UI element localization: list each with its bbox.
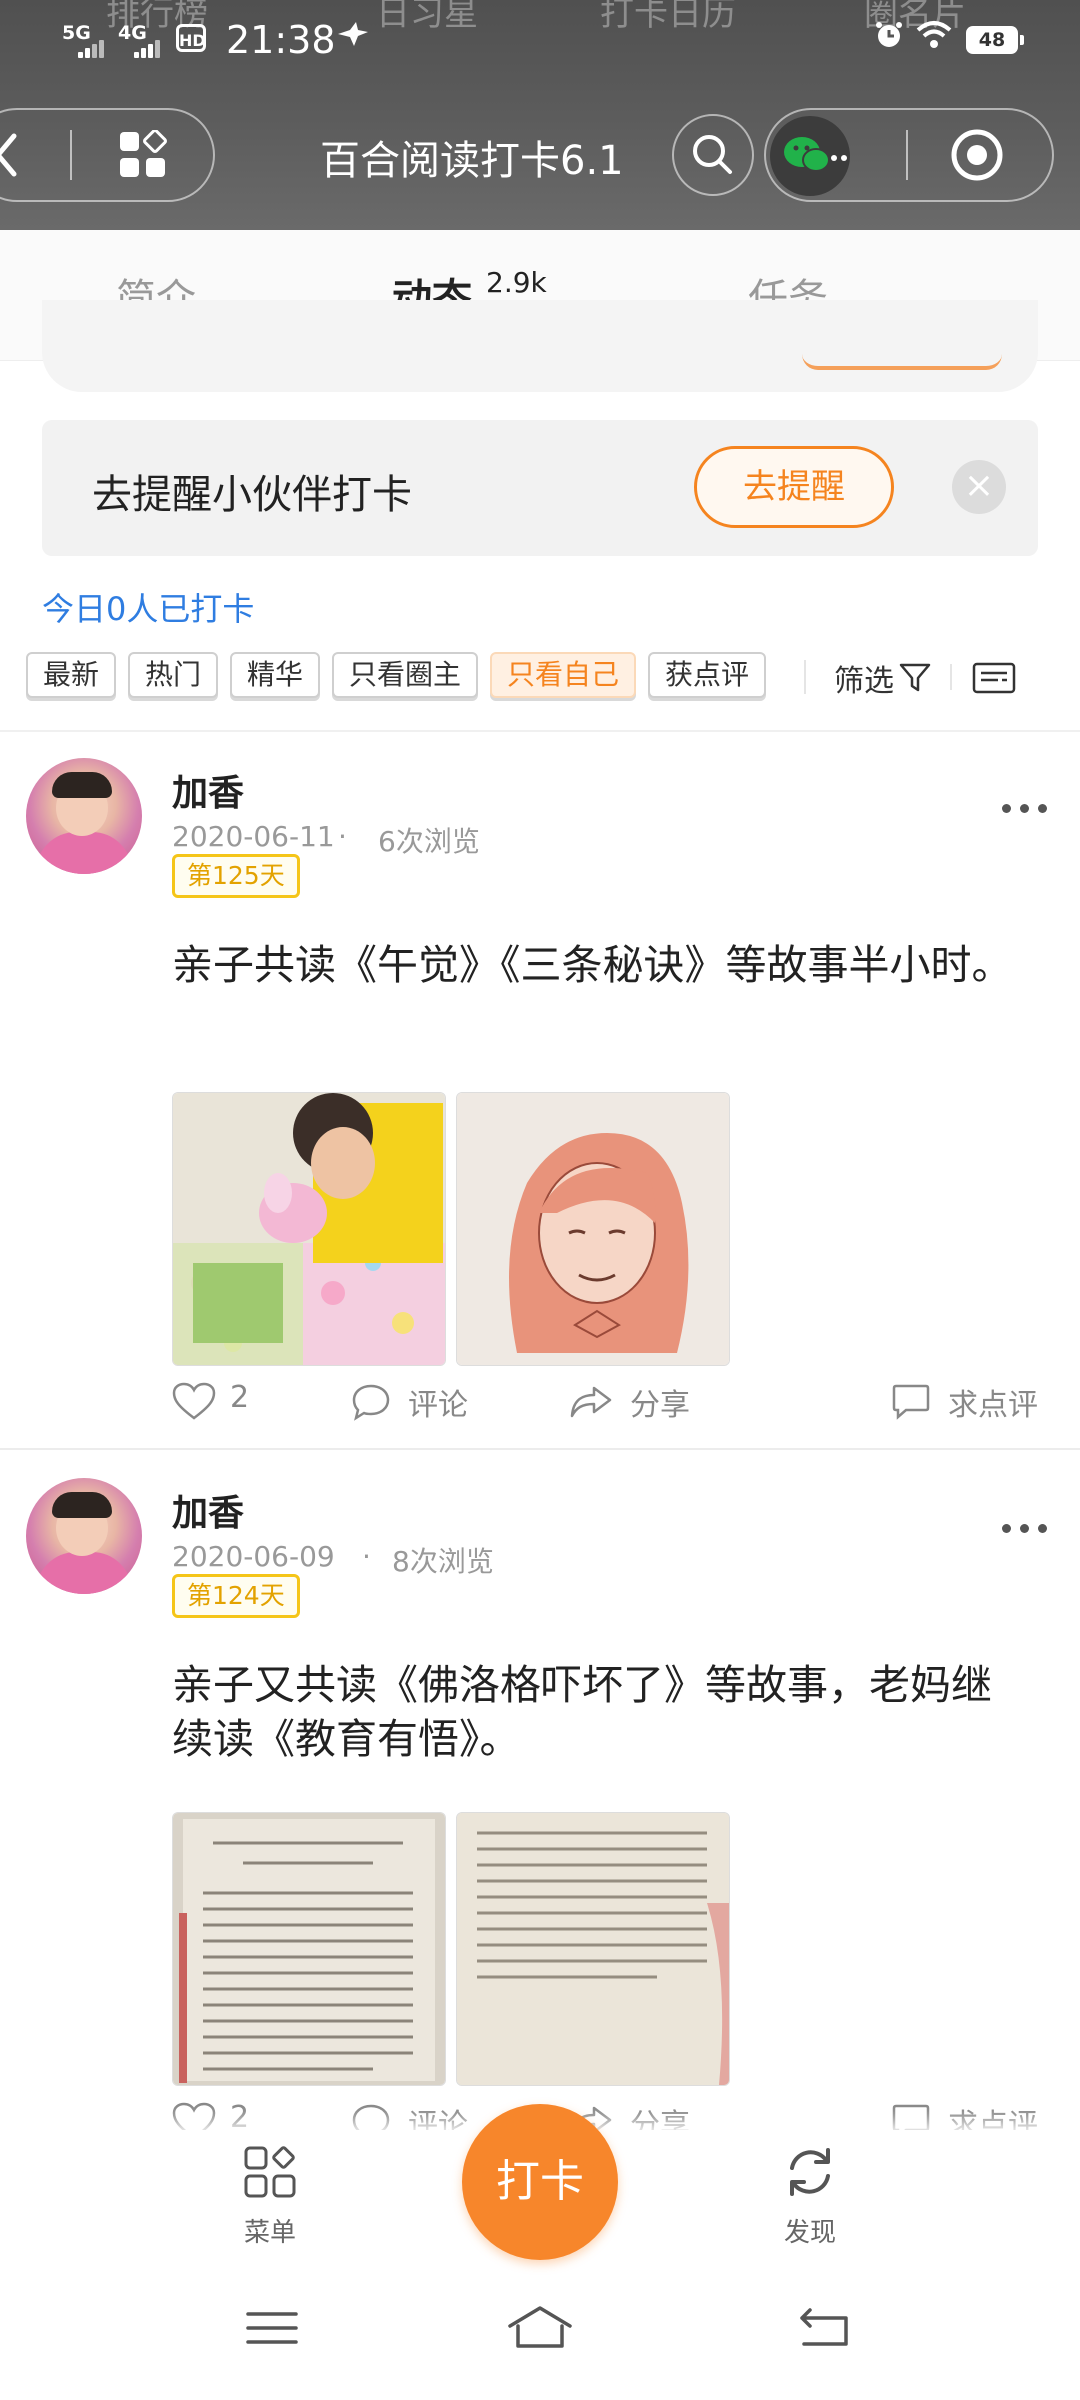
remind-button[interactable]: 去提醒 [694, 446, 894, 528]
alarm-icon [874, 20, 904, 58]
day-streak-badge: 第124天 [172, 1574, 300, 1618]
close-icon[interactable]: × [952, 460, 1006, 514]
post-photo[interactable] [172, 1092, 446, 1366]
system-navigation-bar [0, 2280, 1080, 2400]
post-date: 2020-06-11 [172, 820, 335, 853]
layout-toggle-icon[interactable] [972, 660, 1016, 696]
signal-4g-icon [120, 38, 160, 58]
remind-banner-text: 去提醒小伙伴打卡 [92, 472, 412, 518]
vpn-bird-icon [336, 20, 370, 58]
checkin-button[interactable]: 打卡 [462, 2104, 618, 2260]
chip-latest[interactable]: 最新 [26, 652, 116, 698]
capsule-divider [906, 130, 908, 180]
post-content: 亲子又共读《佛洛格吓坏了》等故事，老妈继续读《教育有悟》。 [172, 1661, 992, 1763]
post-content: 亲子共读《午觉》《三条秘诀》等故事半小时。 [172, 941, 1013, 989]
back-icon[interactable] [796, 2304, 852, 2350]
comment-label: 评论 [408, 1388, 468, 1423]
chip-featured[interactable]: 精华 [230, 652, 320, 698]
today-checkin-count[interactable]: 今日0人已打卡 [42, 584, 254, 630]
filter-divider [804, 660, 806, 694]
section-divider [0, 730, 1080, 732]
post-views: 6次浏览 [378, 825, 480, 858]
back-chevron-icon[interactable] [0, 122, 54, 188]
home-icon[interactable] [504, 2302, 576, 2352]
capsule-divider [70, 130, 72, 180]
status-time: 21:38 [226, 18, 336, 62]
more-options-icon[interactable] [1000, 802, 1050, 816]
comment-icon [352, 1384, 390, 1421]
tab-activity-count: 2.9k [486, 266, 547, 299]
search-icon [693, 135, 732, 174]
meta-dot: · [362, 1540, 371, 1573]
chip-reviewed[interactable]: 获点评 [648, 652, 766, 698]
share-icon [570, 1386, 612, 1418]
discover-tab[interactable]: 发现 [750, 2144, 870, 2249]
review-label: 求点评 [948, 1388, 1038, 1423]
post-photo[interactable] [456, 1092, 730, 1366]
more-options-icon[interactable] [1000, 1522, 1050, 1536]
share-label: 分享 [630, 1388, 690, 1423]
post-views: 8次浏览 [392, 1545, 494, 1578]
post-divider [0, 1448, 1080, 1450]
chip-self-only[interactable]: 只看自己 [490, 652, 636, 698]
filter-button[interactable]: 筛选 [834, 656, 894, 700]
menu-grid-icon [244, 2146, 296, 2198]
battery-indicator: 48 [966, 26, 1024, 54]
wechat-icon [784, 137, 847, 172]
mini-program-title: 百合阅读打卡6.1 [320, 138, 624, 184]
post-date: 2020-06-09 [172, 1540, 335, 1573]
post-actions: 2 评论 分享 求点评 [0, 1380, 1080, 1430]
menu-tab[interactable]: 菜单 [210, 2144, 330, 2249]
wifi-icon [916, 20, 952, 58]
apps-grid-icon[interactable] [118, 130, 168, 180]
post-photo[interactable] [172, 1812, 446, 2086]
discover-label: 发现 [783, 2218, 836, 2248]
wechat-share-button[interactable] [770, 116, 850, 196]
recent-apps-icon[interactable] [244, 2308, 300, 2348]
remind-partner-banner: 去提醒小伙伴打卡 去提醒 × [42, 420, 1038, 556]
refresh-icon [790, 2148, 830, 2196]
post-photo[interactable] [456, 1812, 730, 2086]
scrolled-card-remnant [42, 300, 1038, 392]
review-bubble-icon [892, 1384, 930, 1420]
heart-icon [172, 1382, 216, 1420]
day-streak-badge: 第125天 [172, 854, 300, 898]
menu-label: 菜单 [243, 2218, 296, 2248]
meta-dot: · [338, 820, 347, 853]
chip-owner-only[interactable]: 只看圈主 [332, 652, 478, 698]
like-count: 2 [230, 1380, 250, 1415]
search-button[interactable] [672, 114, 754, 196]
post-username[interactable]: 加香 [172, 1484, 244, 1536]
status-bar: 5G 4G HD 21:38 48 [0, 0, 1080, 82]
avatar[interactable] [26, 1478, 142, 1594]
hd-voice-icon: HD [176, 24, 206, 52]
mini-program-header: 排行榜 日习星 打卡日历 圈名片 5G 4G HD 21:38 48 百合阅读打… [0, 0, 1080, 230]
chip-hot[interactable]: 热门 [128, 652, 218, 698]
filter-divider [950, 664, 952, 690]
funnel-icon[interactable] [898, 660, 932, 694]
signal-5g-icon [64, 38, 104, 58]
close-mini-program-icon[interactable] [950, 128, 1004, 182]
avatar[interactable] [26, 758, 142, 874]
post-username[interactable]: 加香 [172, 764, 244, 816]
